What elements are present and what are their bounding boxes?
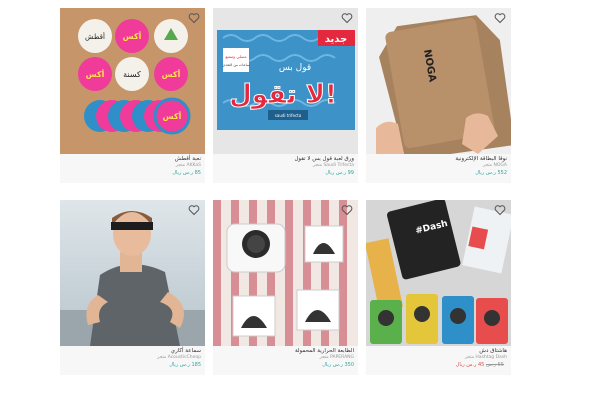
box-title: لا تقول! — [229, 80, 337, 110]
product-image[interactable]: #Dash — [366, 200, 511, 346]
product-info: سماعة أكاري AcousticCheap متجر 185 ر.س ر… — [60, 346, 205, 375]
sticker-text: أقطش — [85, 32, 105, 41]
product-info: هاشتاق دش Hashtag Dash متجر 55 ر.س 45 ر.… — [366, 346, 511, 375]
product-image[interactable] — [60, 200, 205, 346]
product-image[interactable]: NOGA — [366, 8, 511, 154]
product-title[interactable]: نعبة أقطش — [64, 156, 201, 163]
store-name[interactable]: NOGA متجر — [370, 163, 507, 169]
product-title[interactable]: هاشتاق دش — [370, 348, 507, 355]
box-label: مسلي وممتع — [225, 54, 246, 59]
store-name[interactable]: Saudi Trifecta متجر — [217, 163, 354, 169]
box-label: ساعات من التحدي — [222, 63, 249, 67]
product-price: 552 ر.س ريال — [475, 170, 507, 176]
product-title[interactable]: سماعة أكاري — [64, 348, 201, 355]
favorite-heart-icon[interactable] — [494, 204, 506, 216]
favorite-heart-icon[interactable] — [341, 12, 353, 24]
product-title[interactable]: نوقا البطاقة الإلكترونية — [370, 156, 507, 163]
product-image[interactable]: جديد مسلي وممتع ساعات من التحدي قول بس ل… — [213, 8, 358, 154]
new-badge-text: جديد — [325, 34, 348, 45]
product-card-noga[interactable]: NOGA نوقا البطاقة الإلكترونية NOGA متجر … — [366, 8, 511, 183]
store-name[interactable]: PAPERANG متجر — [217, 355, 354, 361]
product-price: 85 ر.س ريال — [172, 170, 201, 176]
product-price: 55 ر.س 45 ر.س ريال — [370, 362, 507, 369]
favorite-heart-icon[interactable] — [341, 204, 353, 216]
sticker-text: كسنة — [123, 70, 141, 79]
sticker-text: أكس — [163, 111, 182, 122]
favorite-heart-icon[interactable] — [494, 12, 506, 24]
box-title-small: قول بس — [279, 63, 311, 73]
box-brand: saudi trifecta — [275, 113, 302, 118]
product-grid: أقطش أكس أكس كسنة أكس أكس نعبة أقطش AKKa… — [60, 8, 516, 384]
product-card-headband[interactable]: سماعة أكاري AcousticCheap متجر 185 ر.س ر… — [60, 200, 205, 375]
product-image[interactable]: أقطش أكس أكس كسنة أكس أكس — [60, 8, 205, 154]
sticker-text: أكس — [123, 31, 142, 42]
favorite-heart-icon[interactable] — [188, 204, 200, 216]
product-image[interactable] — [213, 200, 358, 346]
product-card-hashtag-dash[interactable]: #Dash هاشتاق دش Hashtag Dash متجر 55 ر.س… — [366, 200, 511, 375]
product-card-akkas[interactable]: أقطش أكس أكس كسنة أكس أكس نعبة أقطش AKKa… — [60, 8, 205, 183]
sale-price: 45 ر.س ريال — [455, 362, 485, 368]
sticker-text: أكس — [162, 69, 181, 80]
favorite-heart-icon[interactable] — [188, 12, 200, 24]
product-price: 350 ر.س ريال — [322, 362, 354, 368]
store-name[interactable]: AKKaS متجر — [64, 163, 201, 169]
sticker-text: أكس — [86, 69, 105, 80]
store-name[interactable]: Hashtag Dash متجر — [370, 355, 507, 361]
product-info: نعبة أقطش AKKaS متجر 85 ر.س ريال — [60, 154, 205, 183]
product-price: 99 ر.س ريال — [325, 170, 354, 176]
store-name[interactable]: AcousticCheap متجر — [64, 355, 201, 361]
product-card-card-game[interactable]: جديد مسلي وممتع ساعات من التحدي قول بس ل… — [213, 8, 358, 183]
old-price: 55 ر.س — [485, 362, 504, 368]
product-title[interactable]: الطابعة الحرارية المحمولة — [217, 348, 354, 355]
product-info: ورق لعبة قول بس لا تقول Saudi Trifecta م… — [213, 154, 358, 183]
product-title[interactable]: ورق لعبة قول بس لا تقول — [217, 156, 354, 163]
product-info: نوقا البطاقة الإلكترونية NOGA متجر 552 ر… — [366, 154, 511, 183]
product-price: 185 ر.س ريال — [169, 362, 201, 368]
product-card-printer[interactable]: الطابعة الحرارية المحمولة PAPERANG متجر … — [213, 200, 358, 375]
product-info: الطابعة الحرارية المحمولة PAPERANG متجر … — [213, 346, 358, 375]
